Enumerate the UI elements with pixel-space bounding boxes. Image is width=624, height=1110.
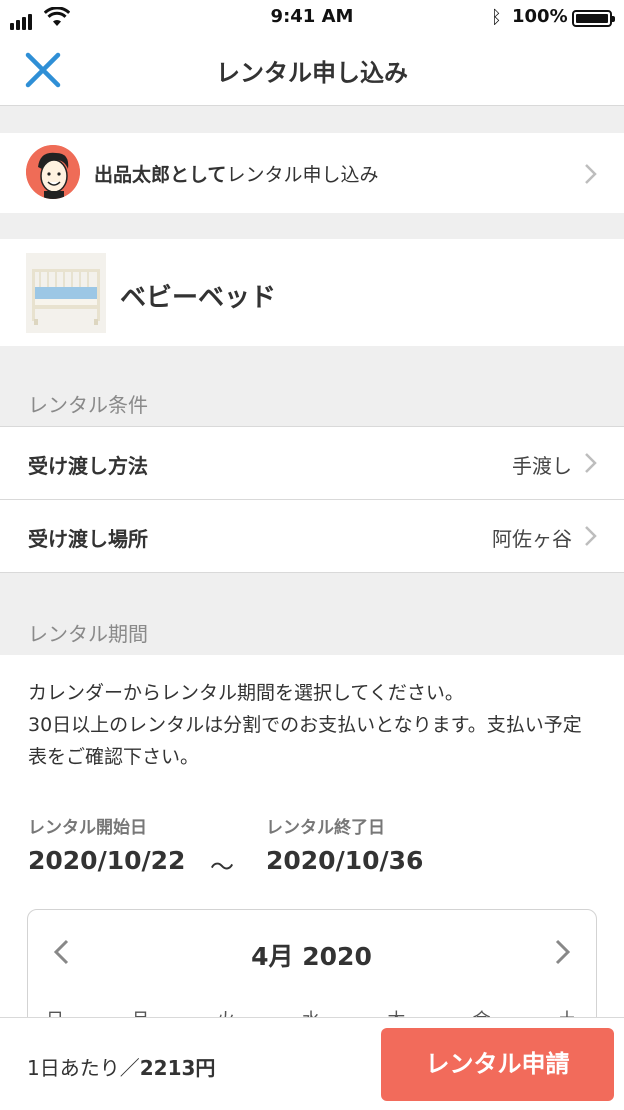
handover-method-value: 手渡し — [512, 454, 572, 478]
product-row: ベビーベッド — [0, 239, 624, 346]
period-section-label: レンタル期間 — [28, 622, 148, 646]
chevron-right-icon — [585, 526, 597, 546]
handover-place-row[interactable]: 受け渡し場所 阿佐ヶ谷 — [0, 499, 624, 573]
footer-bar: 1日あたり／2213円 レンタル申請 — [0, 1017, 624, 1110]
daily-price: 1日あたり／2213円 — [27, 1052, 215, 1081]
calendar-month-label: 4月 2020 — [251, 942, 372, 971]
avatar — [26, 145, 80, 199]
product-image — [26, 253, 106, 333]
period-description-line2: 30日以上のレンタルは分割でのお支払いとなります。支払い予定表をご確認下さい。 — [28, 714, 582, 768]
applicant-label: 出品太郎としてレンタル申し込み — [94, 160, 378, 187]
end-date-label: レンタル終了日 — [266, 818, 385, 838]
product-name: ベビーベッド — [120, 283, 277, 313]
start-date-label: レンタル開始日 — [28, 818, 147, 838]
handover-method-row[interactable]: 受け渡し方法 手渡し — [0, 426, 624, 499]
status-bar: 9:41 AM ᛒ 100% — [0, 0, 624, 36]
battery-icon — [572, 10, 615, 27]
chevron-right-icon — [585, 453, 597, 473]
apply-rental-button[interactable]: レンタル申請 — [381, 1028, 614, 1101]
price-value: 2213円 — [139, 1056, 216, 1080]
handover-place-label: 受け渡し場所 — [28, 527, 148, 551]
period-description: カレンダーからレンタル期間を選択してください。 30日以上のレンタルは分割でのお… — [28, 677, 600, 773]
chevron-right-icon[interactable] — [554, 938, 572, 966]
end-date-value[interactable]: 2020/10/36 — [266, 846, 423, 875]
battery-percent: 100% — [512, 6, 568, 27]
applicant-suffix: レンタル申し込み — [226, 164, 379, 186]
price-prefix: 1日あたり／ — [27, 1056, 140, 1080]
handover-method-label: 受け渡し方法 — [28, 454, 148, 478]
chevron-right-icon — [585, 164, 597, 184]
period-description-line1: カレンダーからレンタル期間を選択してください。 — [28, 682, 464, 704]
applicant-name: 出品太郎として — [94, 164, 227, 186]
applicant-row[interactable]: 出品太郎としてレンタル申し込み — [0, 133, 624, 213]
nav-bar: レンタル申し込み — [0, 36, 624, 106]
page-title: レンタル申し込み — [216, 59, 408, 87]
conditions-section-label: レンタル条件 — [28, 393, 148, 417]
date-separator: 〜 — [210, 853, 234, 881]
bluetooth-icon: ᛒ — [491, 7, 502, 28]
handover-place-value: 阿佐ヶ谷 — [492, 527, 572, 551]
start-date-value[interactable]: 2020/10/22 — [28, 846, 185, 875]
